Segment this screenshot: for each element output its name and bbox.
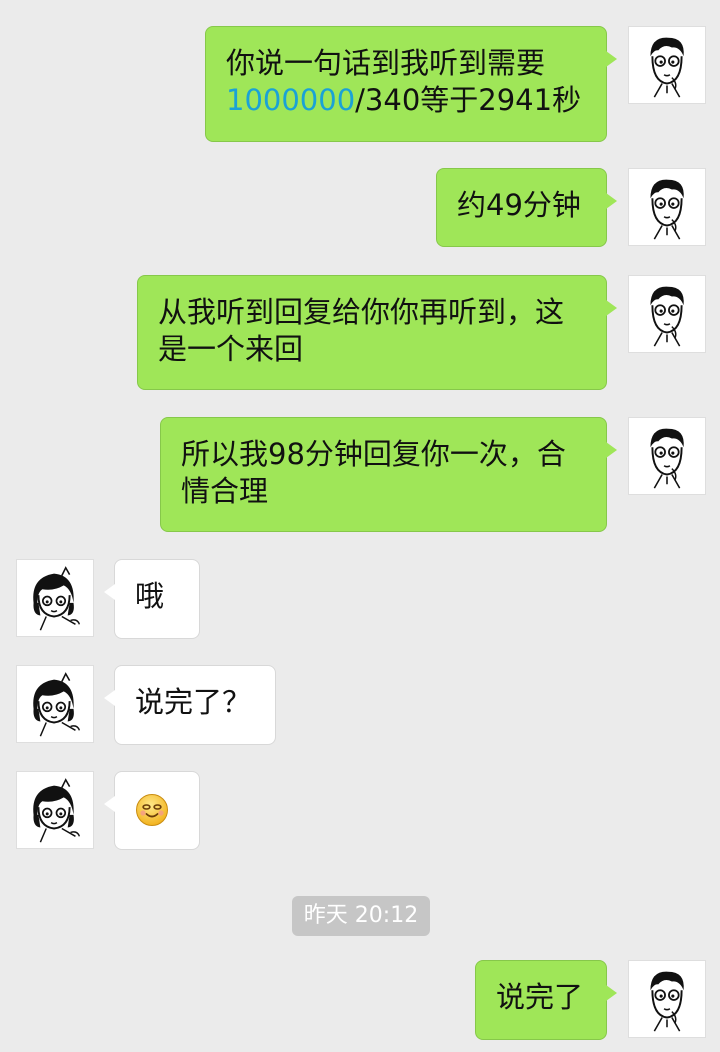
boy-avatar-icon bbox=[650, 971, 684, 1032]
avatar[interactable] bbox=[16, 559, 94, 637]
avatar[interactable] bbox=[628, 26, 706, 104]
boy-avatar-icon bbox=[650, 286, 684, 347]
girl-avatar-icon bbox=[33, 566, 81, 631]
message-text: 约49分钟 bbox=[457, 188, 581, 222]
avatar[interactable] bbox=[628, 960, 706, 1038]
message-bubble[interactable]: 所以我98分钟回复你一次，合情合理 bbox=[160, 417, 617, 532]
boy-avatar-icon bbox=[650, 37, 684, 98]
message-bubble[interactable] bbox=[104, 771, 200, 850]
smile-emoji-icon bbox=[136, 794, 168, 826]
message-bubble[interactable]: 从我听到回复给你你再听到，这是一个来回 bbox=[137, 275, 617, 390]
message-text: 你说一句话到我听到需要 bbox=[226, 46, 546, 80]
avatar[interactable] bbox=[16, 665, 94, 743]
boy-avatar-icon bbox=[650, 428, 684, 489]
message-text: 哦 bbox=[135, 579, 165, 613]
message-text: 所以我98分钟回复你一次，合情合理 bbox=[181, 437, 566, 508]
message-bubble[interactable]: 你说一句话到我听到需要 1000000/340等于2941秒 bbox=[205, 26, 617, 142]
message-bubble[interactable]: 说完了 bbox=[475, 960, 617, 1040]
message-text: 说完了？ bbox=[135, 685, 252, 719]
avatar[interactable] bbox=[628, 275, 706, 353]
avatar[interactable] bbox=[628, 168, 706, 246]
girl-avatar-icon bbox=[33, 672, 81, 737]
timestamp: 昨天 20:12 bbox=[292, 896, 430, 936]
avatar[interactable] bbox=[16, 771, 94, 849]
girl-avatar-icon bbox=[33, 778, 81, 843]
message-text: 从我听到回复给你你再听到，这是一个来回 bbox=[158, 295, 565, 366]
message-text: 说完了 bbox=[496, 980, 584, 1014]
boy-avatar-icon bbox=[650, 179, 684, 240]
avatar[interactable] bbox=[628, 417, 706, 495]
message-text: /340等于2941秒 bbox=[355, 83, 582, 117]
message-bubble[interactable]: 约49分钟 bbox=[436, 168, 617, 247]
message-bubble[interactable]: 说完了？ bbox=[104, 665, 276, 745]
number-link[interactable]: 1000000 bbox=[226, 83, 355, 117]
message-bubble[interactable]: 哦 bbox=[104, 559, 200, 639]
